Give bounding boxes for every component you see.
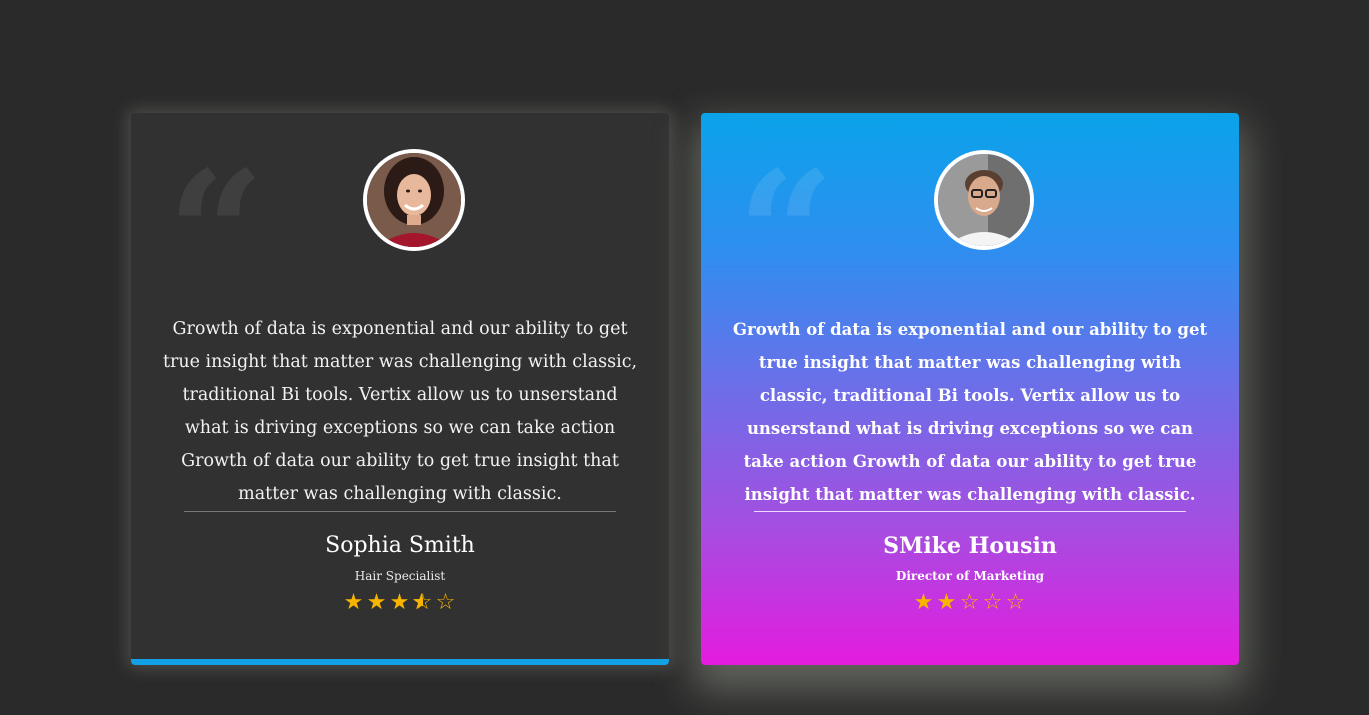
avatar [363,149,465,251]
testimonial-card: “ Growth of data is exponential and our … [131,113,669,665]
quote-icon: “ [737,134,835,334]
star-rating: ★ ★ ☆ ☆ ☆ [701,590,1239,615]
divider [754,511,1186,512]
review-text: Growth of data is exponential and our ab… [732,320,1208,504]
divider [184,511,616,512]
star-empty-icon: ☆ [1005,590,1027,615]
reviewer-role: Director of Marketing [895,569,1045,583]
quote-icon: “ [167,134,265,334]
review-text: Growth of data is exponential and our ab… [162,319,638,504]
star-empty-icon: ☆ [959,590,981,615]
star-rating: ★★★☆★☆ [131,590,669,615]
reviewer-name: Sophia Smith [325,533,475,558]
star-empty-icon: ☆ [982,590,1004,615]
reviewer-role: Hair Specialist [354,569,446,583]
star-half-icon: ☆★ [412,590,434,615]
star-filled-icon: ★ [913,590,935,615]
star-empty-icon: ☆ [435,590,457,615]
star-filled-icon: ★ [389,590,411,615]
star-filled-icon: ★ [343,590,365,615]
testimonial-card: “ Growth of data is exponential and our … [701,113,1239,665]
star-filled-icon: ★ [936,590,958,615]
reviewer-name: SMike Housin [883,533,1057,559]
star-filled-icon: ★ [366,590,388,615]
avatar [934,150,1034,250]
